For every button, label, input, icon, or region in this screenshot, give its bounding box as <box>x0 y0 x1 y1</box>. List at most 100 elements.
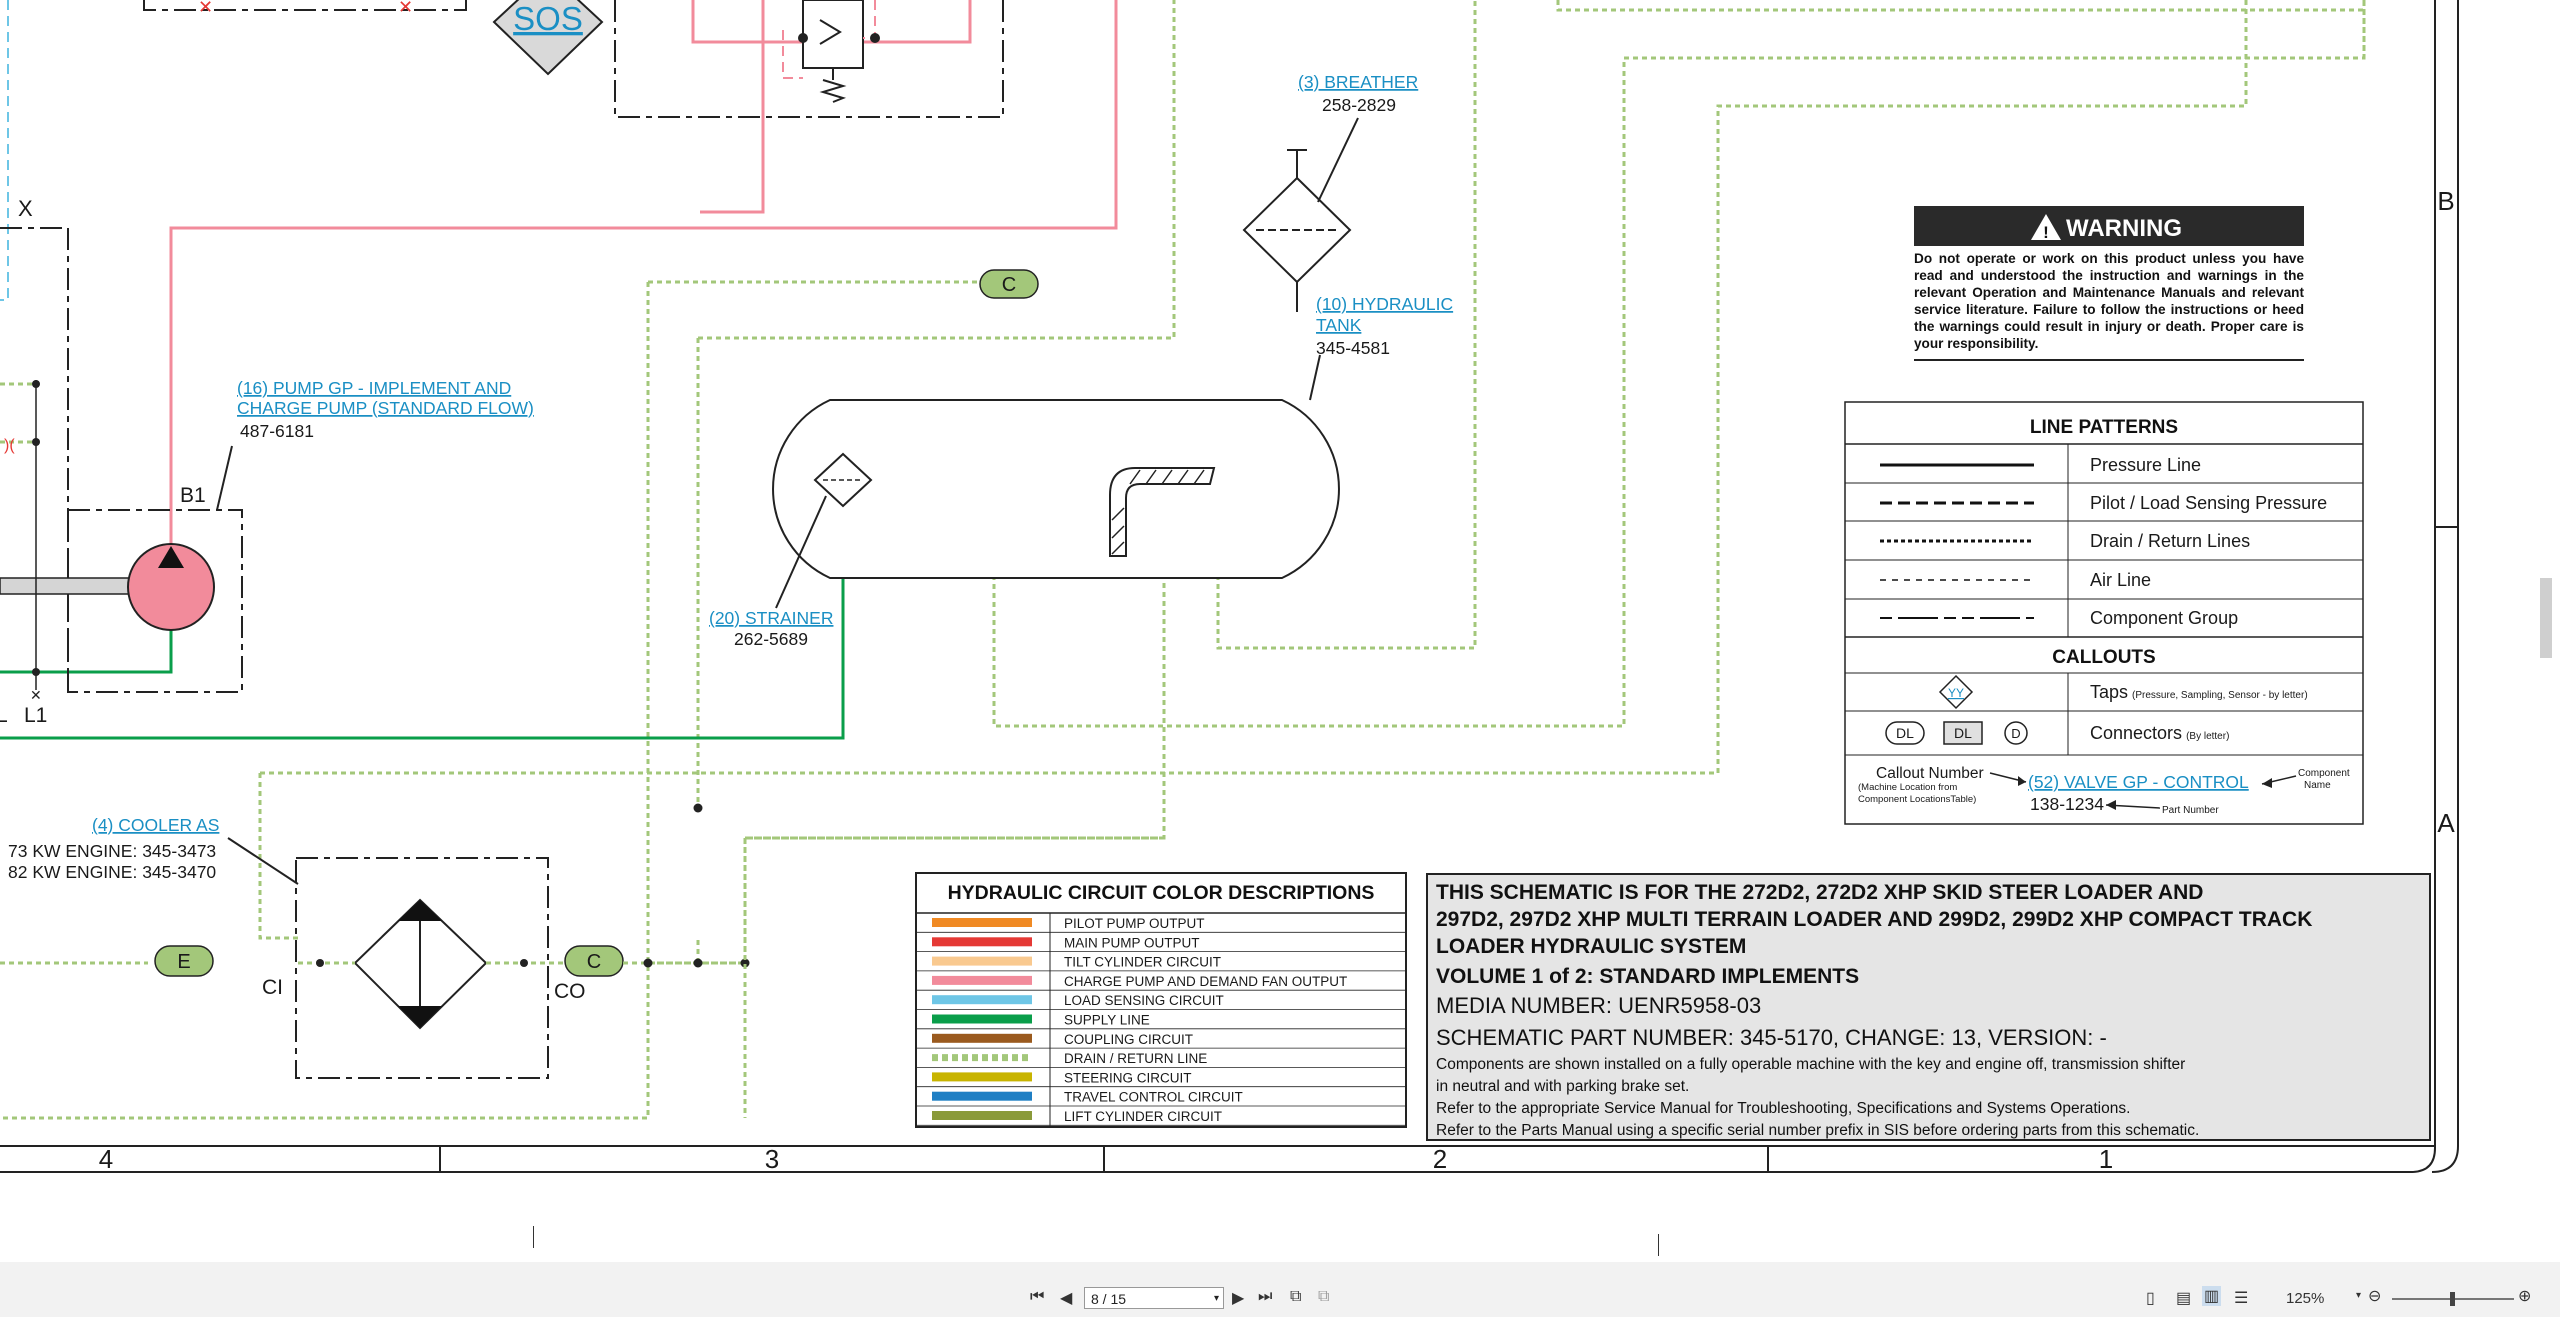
color-swatch <box>932 937 1032 947</box>
facing-view-icon[interactable]: ☰ <box>2234 1288 2248 1308</box>
line-patterns-title: LINE PATTERNS <box>2030 417 2178 438</box>
color-swatch <box>932 918 1032 927</box>
vertical-scrollbar-thumb[interactable] <box>2540 578 2552 658</box>
pattern-pressure: Pressure Line <box>2090 455 2201 475</box>
svg-text:✕: ✕ <box>30 687 42 703</box>
tank-callout-part: 345-4581 <box>1316 338 1390 358</box>
grid-col-2: 2 <box>1433 1144 1447 1174</box>
svg-text:)(: )( <box>4 437 15 454</box>
grid-col-3: 3 <box>765 1144 779 1174</box>
port-b1: B1 <box>180 484 206 507</box>
grid-col-1: 1 <box>2099 1144 2113 1174</box>
color-swatch <box>932 1033 1032 1043</box>
svg-text:Name: Name <box>2304 780 2331 791</box>
example-part: 138-1234 <box>2030 794 2104 814</box>
info-heading-3: LOADER HYDRAULIC SYSTEM <box>1436 935 1747 958</box>
prev-page-icon[interactable]: ◀ <box>1060 1288 1072 1308</box>
color-swatch <box>932 1014 1032 1024</box>
cooler-callout-name[interactable]: (4) COOLER AS <box>92 815 219 835</box>
color-swatch <box>932 975 1032 985</box>
breather-callout-part: 258-2829 <box>1322 95 1396 115</box>
viewer-toolbar: ⏮ ◀ 8 / 15 ▾ ▶ ⏭ ⧉ ⧉ ▯ ▤ ▥ ☰ 125% ▾ ⊖ ⊕ <box>0 1262 2560 1317</box>
color-swatch <box>932 995 1032 1005</box>
cooler-callout-part-2: 82 KW ENGINE: 345-3470 <box>8 862 216 882</box>
color-swatch <box>932 956 1032 966</box>
two-page-view-icon[interactable]: ▥ <box>2202 1286 2222 1306</box>
zoom-slider-knob[interactable] <box>2450 1292 2455 1306</box>
last-page-icon[interactable]: ⏭ <box>1258 1288 1272 1306</box>
warning-text: Do not operate or work on this product u… <box>1914 251 2304 351</box>
info-heading-1: THIS SCHEMATIC IS FOR THE 272D2, 272D2 X… <box>1436 881 2204 904</box>
color-legend-label: TRAVEL CONTROL CIRCUIT <box>1064 1090 1243 1105</box>
color-legend-label: STEERING CIRCUIT <box>1064 1070 1192 1085</box>
connector-c-top: C <box>979 269 1039 299</box>
zoom-out-icon[interactable]: ⊖ <box>2368 1286 2381 1306</box>
color-legend-label: LOAD SENSING CIRCUIT <box>1064 993 1224 1008</box>
info-media-number: MEDIA NUMBER: UENR5958-03 <box>1436 993 1762 1018</box>
svg-text:C: C <box>1002 274 1016 296</box>
svg-text:C: C <box>587 951 601 973</box>
pattern-pilot: Pilot / Load Sensing Pressure <box>2090 493 2327 513</box>
info-volume: VOLUME 1 of 2: STANDARD IMPLEMENTS <box>1436 965 1860 988</box>
color-legend-title: HYDRAULIC CIRCUIT COLOR DESCRIPTIONS <box>948 882 1375 904</box>
cursor-mark-2 <box>1658 1234 1659 1256</box>
pattern-drain: Drain / Return Lines <box>2090 531 2250 551</box>
strainer-callout-part: 262-5689 <box>734 629 808 649</box>
connector-e: E <box>154 945 214 977</box>
window-icon[interactable]: ⧉ <box>1290 1288 1301 1306</box>
svg-text:E: E <box>177 951 190 973</box>
port-l-partial: L <box>0 704 8 727</box>
svg-text:Part Number: Part Number <box>2162 805 2219 816</box>
example-component-link[interactable]: (52) VALVE GP - CONTROL <box>2028 772 2249 792</box>
pattern-component-group: Component Group <box>2090 608 2238 628</box>
pump-callout-name[interactable]: (16) PUMP GP - IMPLEMENT AND <box>237 378 511 398</box>
pump-callout-part: 487-6181 <box>240 421 314 441</box>
zoom-dropdown-icon[interactable]: ▾ <box>2356 1290 2361 1301</box>
color-legend-label: PILOT PUMP OUTPUT <box>1064 916 1205 931</box>
color-legend-label: CHARGE PUMP AND DEMAND FAN OUTPUT <box>1064 974 1347 989</box>
svg-text:YY: YY <box>1948 686 1964 700</box>
line-patterns-legend: LINE PATTERNS Pressure Line Pilot / Load… <box>1844 401 2364 825</box>
info-part-number: SCHEMATIC PART NUMBER: 345-5170, CHANGE:… <box>1436 1025 2107 1050</box>
pattern-air: Air Line <box>2090 570 2151 590</box>
single-page-view-icon[interactable]: ▯ <box>2146 1288 2155 1308</box>
port-co: CO <box>554 980 586 1003</box>
breather-callout-name[interactable]: (3) BREATHER <box>1298 72 1418 92</box>
color-legend-label: TILT CYLINDER CIRCUIT <box>1064 955 1221 970</box>
svg-text:✕: ✕ <box>398 0 413 18</box>
svg-text:Component LocationsTable): Component LocationsTable) <box>1858 794 1976 805</box>
info-note-3: Refer to the Parts Manual using a specif… <box>1436 1122 2200 1139</box>
pump-callout-name-2[interactable]: CHARGE PUMP (STANDARD FLOW) <box>237 398 534 418</box>
svg-text:DL: DL <box>1954 725 1972 741</box>
port-ci: CI <box>262 976 283 999</box>
cursor-mark <box>533 1226 534 1248</box>
zoom-level[interactable]: 125% <box>2286 1290 2324 1307</box>
svg-text:Component: Component <box>2298 768 2350 779</box>
info-heading-2: 297D2, 297D2 XHP MULTI TERRAIN LOADER AN… <box>1436 908 2313 931</box>
first-page-icon[interactable]: ⏮ <box>1030 1288 1044 1306</box>
color-legend-label: SUPPLY LINE <box>1064 1013 1150 1028</box>
port-l1: L1 <box>24 704 47 727</box>
svg-text:✕: ✕ <box>198 0 213 18</box>
svg-text:!: ! <box>2043 223 2049 242</box>
grid-col-4: 4 <box>99 1144 113 1174</box>
window-icon-2[interactable]: ⧉ <box>1318 1288 1329 1306</box>
color-descriptions-legend: HYDRAULIC CIRCUIT COLOR DESCRIPTIONS PIL… <box>915 872 1407 1128</box>
port-x: X <box>18 196 33 221</box>
strainer-callout-name[interactable]: (20) STRAINER <box>709 608 833 628</box>
color-legend-label: DRAIN / RETURN LINE <box>1064 1051 1207 1066</box>
page-number-input[interactable]: 8 / 15 ▾ <box>1084 1287 1224 1309</box>
zoom-in-icon[interactable]: ⊕ <box>2518 1286 2531 1306</box>
info-note-1b: in neutral and with parking brake set. <box>1436 1078 1690 1095</box>
continuous-view-icon[interactable]: ▤ <box>2176 1288 2191 1308</box>
color-legend-label: MAIN PUMP OUTPUT <box>1064 935 1200 950</box>
grid-row-b: B <box>2437 186 2454 216</box>
info-note-1a: Components are shown installed on a full… <box>1436 1056 2186 1073</box>
next-page-icon[interactable]: ▶ <box>1232 1288 1244 1308</box>
svg-text:D: D <box>2011 726 2020 741</box>
cooler-callout-part-1: 73 KW ENGINE: 345-3473 <box>8 841 216 861</box>
tank-callout-name-2[interactable]: TANK <box>1316 315 1362 335</box>
color-legend-label: COUPLING CIRCUIT <box>1064 1032 1193 1047</box>
warning-title: WARNING <box>2066 215 2182 242</box>
tank-callout-name[interactable]: (10) HYDRAULIC <box>1316 294 1453 314</box>
